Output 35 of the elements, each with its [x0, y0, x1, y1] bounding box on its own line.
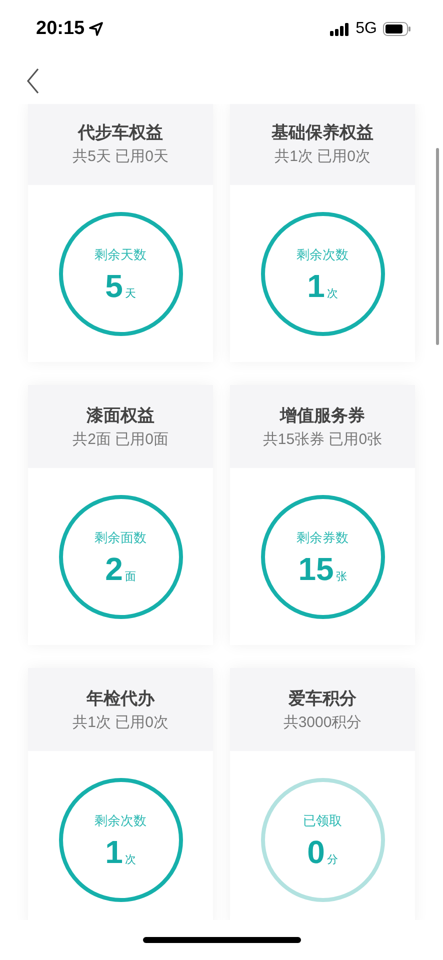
card-title: 漆面权益	[86, 405, 154, 427]
card-title: 增值服务券	[280, 405, 365, 427]
ring-label: 剩余面数	[94, 528, 146, 546]
value-unit: 张	[336, 570, 347, 584]
card-title: 年检代办	[86, 688, 154, 710]
remaining-value: 5	[105, 270, 123, 302]
remaining-value: 0	[307, 836, 325, 868]
ring-label: 剩余次数	[296, 246, 348, 264]
value-unit: 分	[326, 852, 338, 866]
remaining-value: 15	[298, 552, 334, 584]
battery-icon	[383, 22, 411, 36]
card-summary: 共1次 已用0次	[274, 147, 370, 166]
card-title: 爱车积分	[288, 688, 356, 710]
ring-label: 剩余次数	[94, 812, 146, 830]
ring-label: 剩余券数	[296, 528, 348, 546]
location-arrow-icon	[88, 22, 103, 36]
card-title: 代步车权益	[78, 122, 163, 144]
remaining-value: 1	[105, 836, 123, 868]
ring-label: 已领取	[303, 812, 342, 830]
status-time: 20:15	[36, 18, 85, 40]
value-unit: 次	[326, 286, 338, 300]
value-unit: 次	[124, 852, 136, 866]
network-type: 5G	[356, 20, 377, 38]
value-unit: 面	[124, 570, 136, 584]
value-unit: 天	[124, 286, 136, 300]
card-summary: 共15张券 已用0张	[262, 430, 382, 449]
card-summary: 共1次 已用0次	[72, 713, 168, 732]
signal-icon	[330, 22, 350, 36]
card-summary: 共5天 已用0天	[72, 147, 168, 166]
card-summary: 共3000积分	[283, 713, 362, 732]
card-summary: 共2面 已用0面	[72, 430, 168, 449]
remaining-value: 2	[105, 552, 123, 584]
card-title: 基础保养权益	[272, 122, 374, 144]
remaining-value: 1	[307, 270, 325, 302]
ring-label: 剩余天数	[94, 246, 146, 264]
